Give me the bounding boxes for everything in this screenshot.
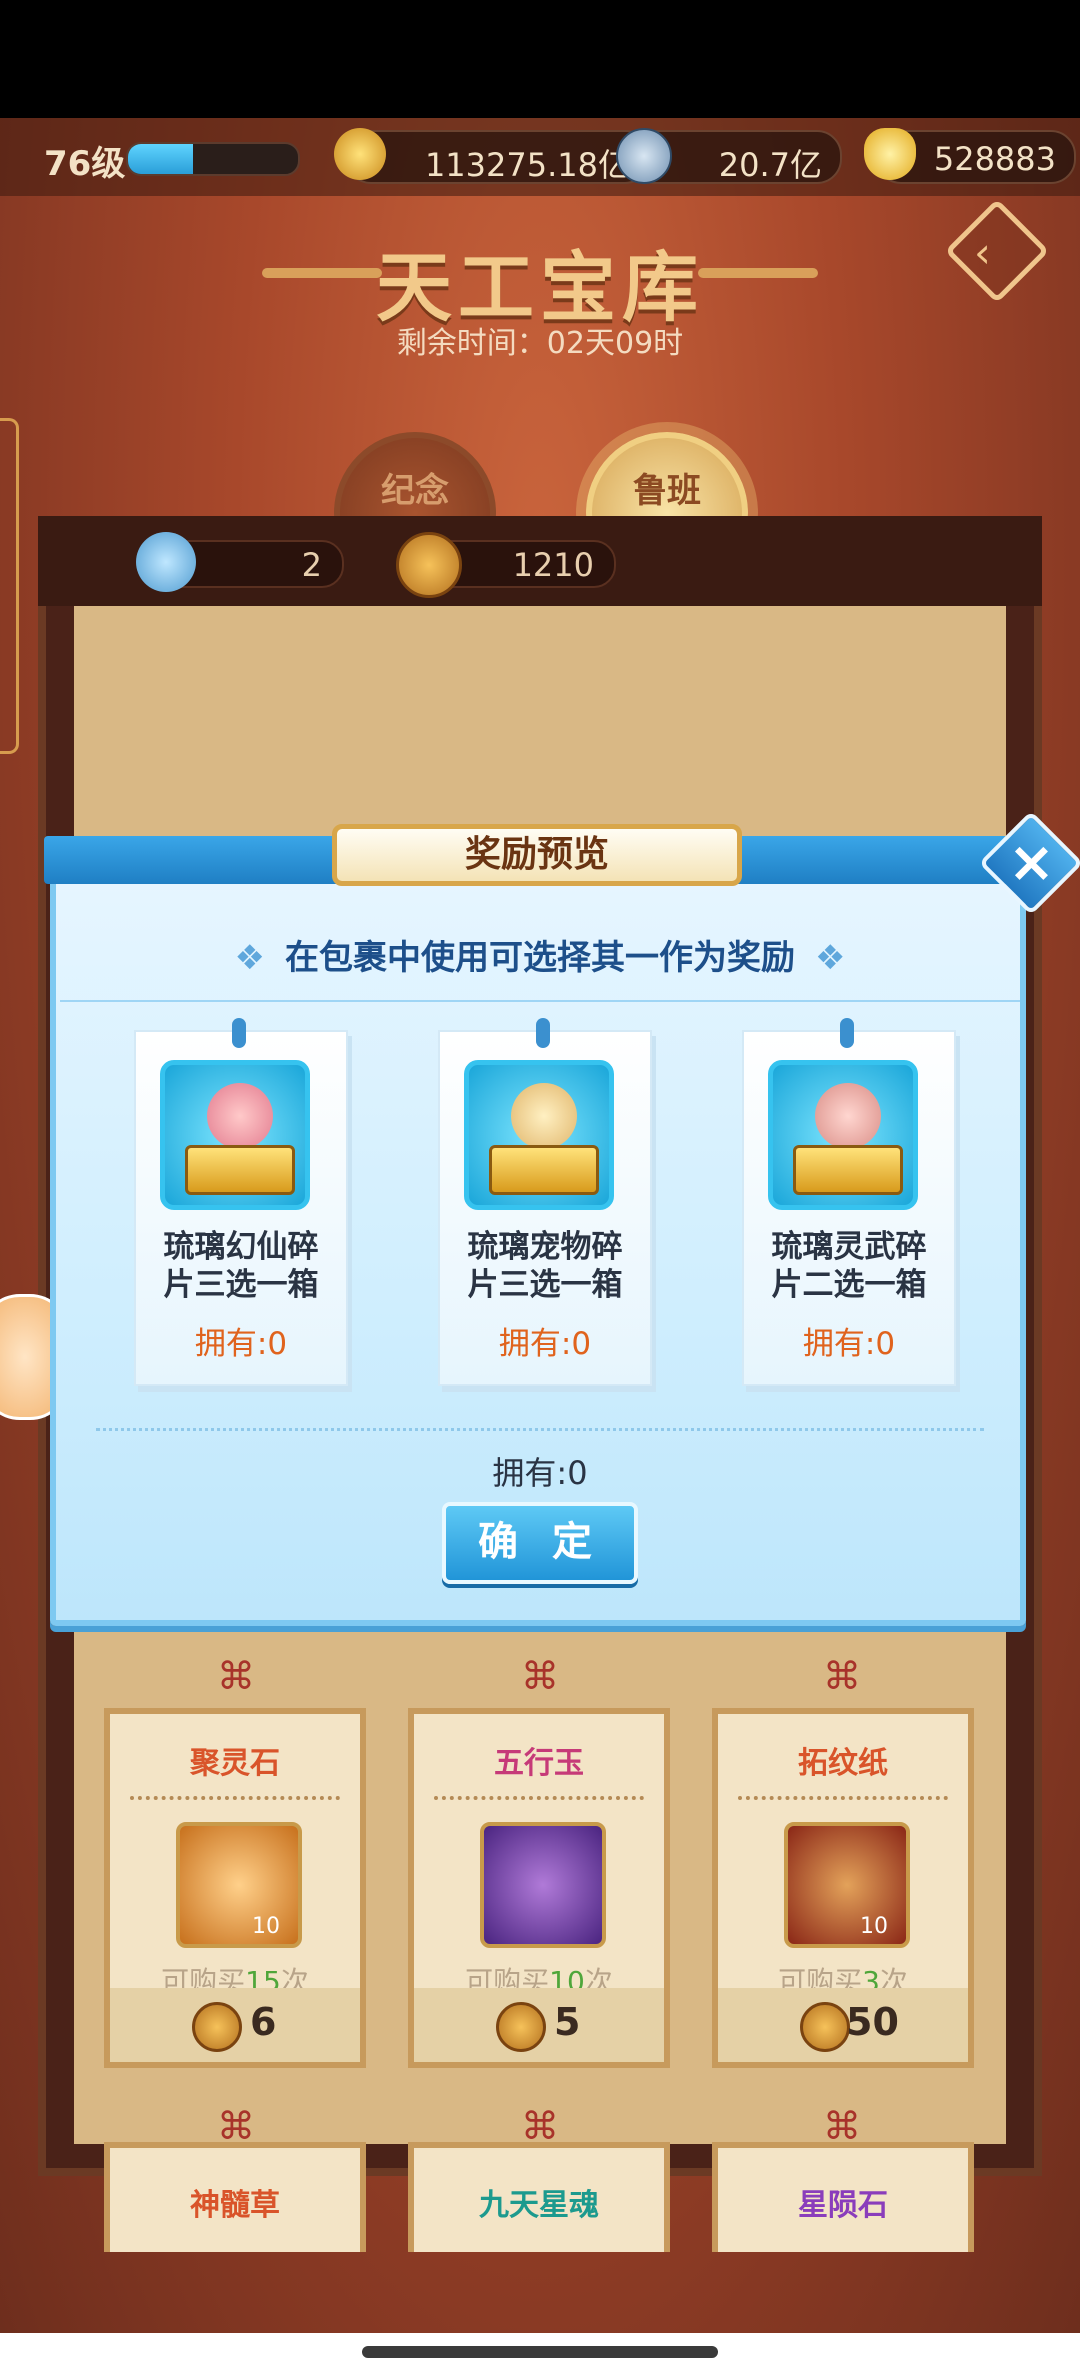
character-portrait	[511, 1083, 577, 1149]
dialog-title: 奖励预览	[332, 824, 742, 886]
item-name: 五行玉	[494, 1746, 584, 1781]
price-coin-icon	[496, 2002, 546, 2052]
pacifier-currency: 2	[136, 532, 344, 592]
illusion-fragment-chest-icon	[160, 1060, 310, 1210]
owned-total: 拥有:0	[492, 1454, 588, 1492]
shop-coin-count: 1210	[512, 546, 594, 584]
combat-power-value: 113275.18亿	[424, 146, 630, 184]
item-price: 50	[846, 2000, 899, 2044]
chest-icon	[793, 1145, 903, 1195]
tab-label-line1: 鲁班	[633, 471, 701, 511]
shop-item-card[interactable]: 九天星魂	[408, 2142, 670, 2252]
pacifier-icon	[136, 532, 196, 592]
price-coin-icon	[192, 2002, 242, 2052]
back-arrow-icon: ‹	[974, 228, 991, 277]
reward-name-line1: 琉璃幻仙碎	[163, 1229, 319, 1265]
tab-label-line1: 纪念	[381, 471, 449, 511]
item-count: 10	[860, 1914, 888, 1939]
reward-name: 琉璃宠物碎 片三选一箱	[440, 1228, 650, 1304]
reward-name: 琉璃灵武碎 片二选一箱	[744, 1228, 954, 1304]
item-name: 聚灵石	[190, 1746, 280, 1781]
xp-bar-fill	[128, 144, 193, 174]
copper-coin-icon	[616, 128, 672, 184]
diamond-icon: ❖	[815, 938, 846, 978]
item-price: 6	[250, 2000, 277, 2044]
diamond-icon: ❖	[234, 938, 265, 978]
reward-name-line1: 琉璃灵武碎	[771, 1229, 927, 1265]
item-name: 九天星魂	[479, 2188, 599, 2223]
reward-name-line1: 琉璃宠物碎	[467, 1229, 623, 1265]
chest-icon	[185, 1145, 295, 1195]
hanger-knot-icon: ⌘	[823, 1654, 861, 1698]
price-row: 5	[414, 1988, 664, 2062]
reward-name-line2: 片三选一箱	[467, 1267, 623, 1303]
hanger-knot-icon: ⌘	[217, 1654, 255, 1698]
chest-icon	[489, 1145, 599, 1195]
reward-name-line2: 片二选一箱	[771, 1267, 927, 1303]
item-name: 神髓草	[190, 2188, 280, 2223]
five-element-jade-icon	[480, 1822, 606, 1948]
shop-item-card[interactable]: 五行玉 可购买10次 5	[408, 1708, 670, 2068]
price-coin-icon	[800, 2002, 850, 2052]
hanging-pin-icon	[232, 1018, 246, 1048]
reward-option[interactable]: 琉璃幻仙碎 片三选一箱 拥有:0	[134, 1018, 348, 1386]
hanging-pin-icon	[840, 1018, 854, 1048]
shop-item-card[interactable]: 星陨石	[712, 2142, 974, 2252]
reward-owned: 拥有:0	[802, 1326, 896, 1362]
reward-owned: 拥有:0	[498, 1326, 592, 1362]
card-divider	[434, 1796, 644, 1800]
xp-bar	[126, 142, 300, 176]
reward-option[interactable]: 琉璃宠物碎 片三选一箱 拥有:0	[438, 1018, 652, 1386]
confirm-button[interactable]: 确 定	[442, 1502, 638, 1584]
hanging-pin-icon	[536, 1018, 550, 1048]
character-portrait	[815, 1083, 881, 1149]
remaining-time: 剩余时间：02天09时	[396, 326, 684, 361]
status-bar	[0, 0, 1080, 118]
coin-display[interactable]: 20.7亿	[616, 128, 842, 184]
hanger-knot-icon: ⌘	[521, 1654, 559, 1698]
reward-name: 琉璃幻仙碎 片三选一箱	[136, 1228, 346, 1304]
dialog-divider	[60, 1000, 1020, 1002]
combat-power-display: 113275.18亿	[334, 128, 650, 184]
pet-fragment-chest-icon	[464, 1060, 614, 1210]
hanger-knot-icon: ⌘	[217, 2104, 255, 2148]
close-icon: ×	[1008, 830, 1055, 895]
spirit-stone-icon	[176, 1822, 302, 1948]
rubbing-paper-icon	[784, 1822, 910, 1948]
card-divider	[738, 1796, 948, 1800]
reward-option[interactable]: 琉璃灵武碎 片二选一箱 拥有:0	[742, 1018, 956, 1386]
character-portrait	[207, 1083, 273, 1149]
home-indicator[interactable]	[362, 2346, 718, 2358]
combat-power-icon	[334, 128, 386, 180]
shop-item-card[interactable]: 拓纹纸 10 可购买3次 50	[712, 1708, 974, 2068]
shop-coin-icon	[396, 532, 462, 598]
dotted-divider	[96, 1428, 984, 1431]
hanger-knot-icon: ⌘	[823, 2104, 861, 2148]
weapon-fragment-chest-icon	[768, 1060, 918, 1210]
gold-value: 528883	[933, 140, 1056, 178]
price-row: 6	[110, 1988, 360, 2062]
card-divider	[130, 1796, 340, 1800]
shop-coin-currency: 1210	[396, 532, 616, 598]
coin-value: 20.7亿	[718, 146, 822, 184]
item-name: 星陨石	[798, 2188, 888, 2223]
pacifier-count: 2	[301, 546, 322, 584]
hanger-knot-icon: ⌘	[521, 2104, 559, 2148]
reward-name-line2: 片三选一箱	[163, 1267, 319, 1303]
side-panel-handle[interactable]	[0, 418, 19, 754]
item-name: 拓纹纸	[798, 1746, 888, 1781]
shop-item-card[interactable]: 聚灵石 10 可购买15次 6	[104, 1708, 366, 2068]
dialog-subtitle: ❖ 在包裹中使用可选择其一作为奖励 ❖	[60, 930, 1020, 979]
player-level: 76级	[44, 144, 126, 184]
shop-item-card[interactable]: 神髓草	[104, 2142, 366, 2252]
gold-ingot-icon	[864, 128, 916, 180]
item-price: 5	[554, 2000, 581, 2044]
price-row: 50	[718, 1988, 968, 2062]
resource-bar: 76级 113275.18亿 20.7亿 528883	[0, 118, 1080, 196]
subtitle-text: 在包裹中使用可选择其一作为奖励	[285, 938, 795, 978]
gold-display[interactable]: 528883	[864, 128, 1076, 184]
item-count: 10	[252, 1914, 280, 1939]
reward-owned: 拥有:0	[194, 1326, 288, 1362]
